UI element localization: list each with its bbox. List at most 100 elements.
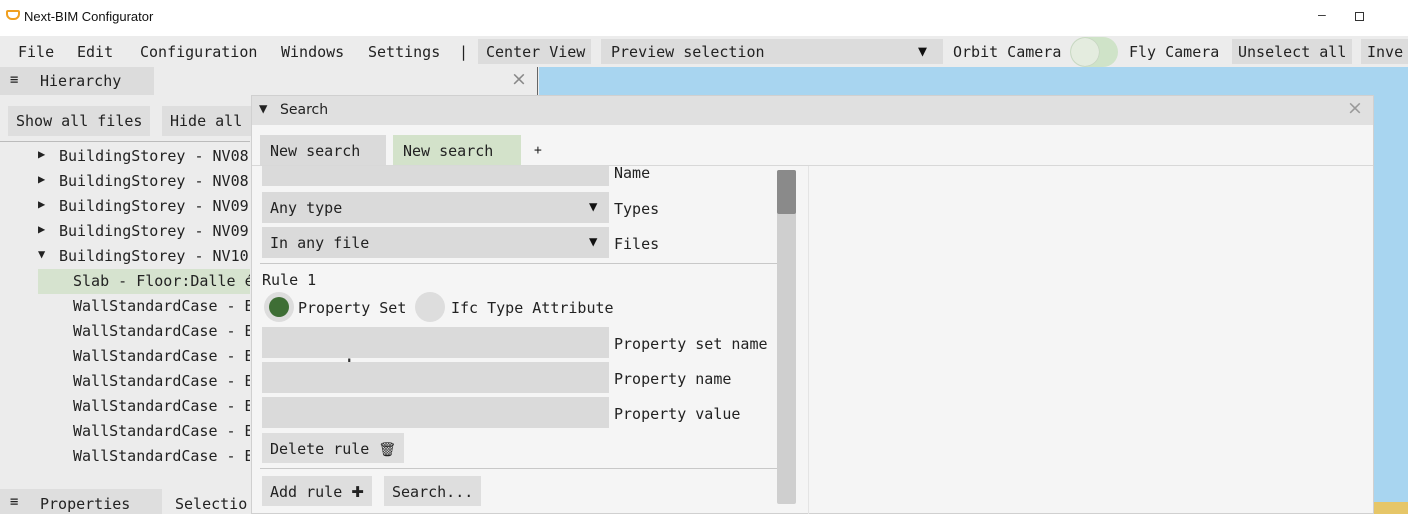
tree-item[interactable]: WallStandardCase - B [0, 294, 250, 319]
app-logo-icon [6, 10, 20, 20]
types-label: Types [614, 200, 660, 218]
files-value: In any file [270, 234, 370, 252]
window-title: Next-BIM Configurator [24, 9, 154, 24]
property-set-radio-label: Property Set [298, 299, 407, 317]
tree-item[interactable]: ▶ BuildingStorey - NV09 [0, 194, 250, 219]
property-name-input[interactable] [262, 362, 609, 393]
menu-windows[interactable]: Windows [281, 43, 344, 61]
collapse-arrow-icon[interactable]: ▼ [38, 247, 45, 261]
tree-item-label: Slab - Floor:Dalle é [73, 272, 250, 290]
property-value-label: Property value [614, 405, 741, 423]
tree-item-label: BuildingStorey - NV09 [59, 197, 249, 215]
files-dropdown[interactable]: In any file [262, 227, 609, 258]
tab-new-search-1[interactable]: New search [260, 135, 386, 165]
preview-selection-dropdown[interactable]: Preview selection [611, 43, 765, 61]
property-set-radio[interactable] [264, 292, 294, 322]
types-value: Any type [270, 199, 343, 217]
camera-mode-toggle[interactable] [1070, 37, 1118, 67]
collapse-icon: ≡ [10, 72, 19, 88]
tab-properties[interactable]: ≡ Properties [0, 489, 162, 514]
chevron-down-icon[interactable]: ▼ [589, 234, 597, 250]
maximize-button[interactable] [1355, 12, 1364, 21]
tab-new-search-2[interactable]: New search [393, 135, 521, 165]
menu-file[interactable]: File [18, 43, 54, 61]
property-set-name-label: Property set name [614, 335, 768, 353]
property-name-label: Property name [614, 370, 732, 388]
tree-item-label: WallStandardCase - B [73, 372, 250, 390]
tree-item-label: BuildingStorey - NV08 [59, 147, 249, 165]
tree-item[interactable]: WallStandardCase - B [0, 319, 250, 344]
chevron-down-icon[interactable]: ▼ [918, 42, 927, 60]
add-rule-button[interactable]: Add rule ✚ [262, 476, 372, 506]
menu-bar: File Edit Configuration Windows Settings… [0, 36, 1408, 67]
trash-icon: 🗑 [378, 442, 397, 458]
tree-item-label: WallStandardCase - B [73, 322, 250, 340]
types-dropdown[interactable]: Any type [262, 192, 609, 223]
scrollbar[interactable] [777, 170, 796, 504]
tree-item-label: BuildingStorey - NV08- [59, 172, 250, 190]
orbit-camera-label: Orbit Camera [953, 43, 1062, 61]
tree-item[interactable]: WallStandardCase - B [0, 419, 250, 444]
tree-item-label: WallStandardCase - B [73, 297, 250, 315]
ifc-type-attribute-radio[interactable] [415, 292, 445, 322]
search-form: Name Any type ▼ Types In any file ▼ File… [252, 166, 782, 514]
menu-configuration[interactable]: Configuration [140, 43, 257, 61]
divider [260, 468, 780, 469]
add-tab-button[interactable]: + [525, 135, 553, 165]
expand-arrow-icon[interactable]: ▶ [38, 197, 45, 211]
toggle-knob [1071, 38, 1099, 66]
tab-selection[interactable]: Selectio [175, 495, 247, 513]
menu-settings[interactable]: Settings [368, 43, 440, 61]
tree-item[interactable]: WallStandardCase - B [0, 369, 250, 394]
tab-properties-label: Properties [40, 495, 131, 513]
rule-title: Rule 1 [262, 271, 317, 289]
close-icon[interactable]: × [1347, 97, 1363, 119]
title-bar: Next-BIM Configurator – [0, 0, 1408, 36]
panel-divider [537, 67, 538, 95]
unselect-all-button[interactable]: Unselect all [1238, 43, 1346, 61]
tree-item[interactable]: WallStandardCase - B [0, 444, 250, 469]
tree-item-label: WallStandardCase - B [73, 422, 250, 440]
tree-item[interactable]: ▼ BuildingStorey - NV10 [0, 244, 250, 269]
tree-item-label: WallStandardCase - B [73, 447, 250, 465]
invert-selection-button[interactable]: Inve [1367, 43, 1403, 61]
property-set-name-input[interactable] [262, 327, 609, 358]
close-icon[interactable]: × [511, 68, 527, 90]
tree-item-label: BuildingStorey - NV09- [59, 222, 250, 240]
show-all-files-button[interactable]: Show all files [8, 106, 151, 136]
hierarchy-tab[interactable]: ≡ Hierarchy [0, 67, 154, 95]
search-button[interactable]: Search... [384, 476, 482, 506]
fly-camera-label: Fly Camera [1129, 43, 1220, 61]
tree-item-label: WallStandardCase - B [73, 397, 250, 415]
name-field[interactable] [262, 166, 609, 186]
hide-all-button[interactable]: Hide all [162, 106, 252, 136]
plus-icon: ✚ [351, 483, 364, 501]
radio-dot [269, 297, 289, 317]
menu-separator: | [459, 43, 469, 61]
expand-arrow-icon[interactable]: ▶ [38, 222, 45, 236]
files-label: Files [614, 235, 660, 253]
expand-arrow-icon[interactable]: ▶ [38, 172, 45, 186]
property-value-input[interactable] [262, 397, 609, 428]
tree-item-selected[interactable]: Slab - Floor:Dalle é [38, 269, 250, 294]
scrollbar-thumb[interactable] [777, 170, 796, 214]
menu-edit[interactable]: Edit [77, 43, 113, 61]
expand-arrow-icon[interactable]: ▶ [38, 147, 45, 161]
delete-rule-button[interactable]: Delete rule 🗑 [262, 433, 405, 463]
bottom-tab-bar: ≡ Properties Selectio [0, 489, 250, 514]
center-view-button[interactable]: Center View [486, 43, 585, 61]
hierarchy-tree: ▶ BuildingStorey - NV08 ▶ BuildingStorey -… [0, 144, 250, 485]
collapse-caret-icon[interactable]: ▼ [259, 101, 267, 117]
tree-item[interactable]: ▶ BuildingStorey - NV09- [0, 219, 250, 244]
tree-item[interactable]: ▶ BuildingStorey - NV08- [0, 169, 250, 194]
search-header[interactable]: ▼ Search × [252, 96, 1373, 125]
tree-item[interactable]: WallStandardCase - B [0, 344, 250, 369]
ifc-type-attribute-radio-label: Ifc Type Attribute [451, 299, 614, 317]
minimize-button[interactable]: – [1318, 6, 1326, 22]
search-title: Search [280, 102, 329, 118]
tree-item[interactable]: ▶ BuildingStorey - NV08 [0, 144, 250, 169]
tree-item[interactable]: WallStandardCase - B [0, 394, 250, 419]
delete-rule-label: Delete rule [270, 440, 370, 458]
chevron-down-icon[interactable]: ▼ [589, 199, 597, 215]
results-divider [808, 166, 809, 514]
